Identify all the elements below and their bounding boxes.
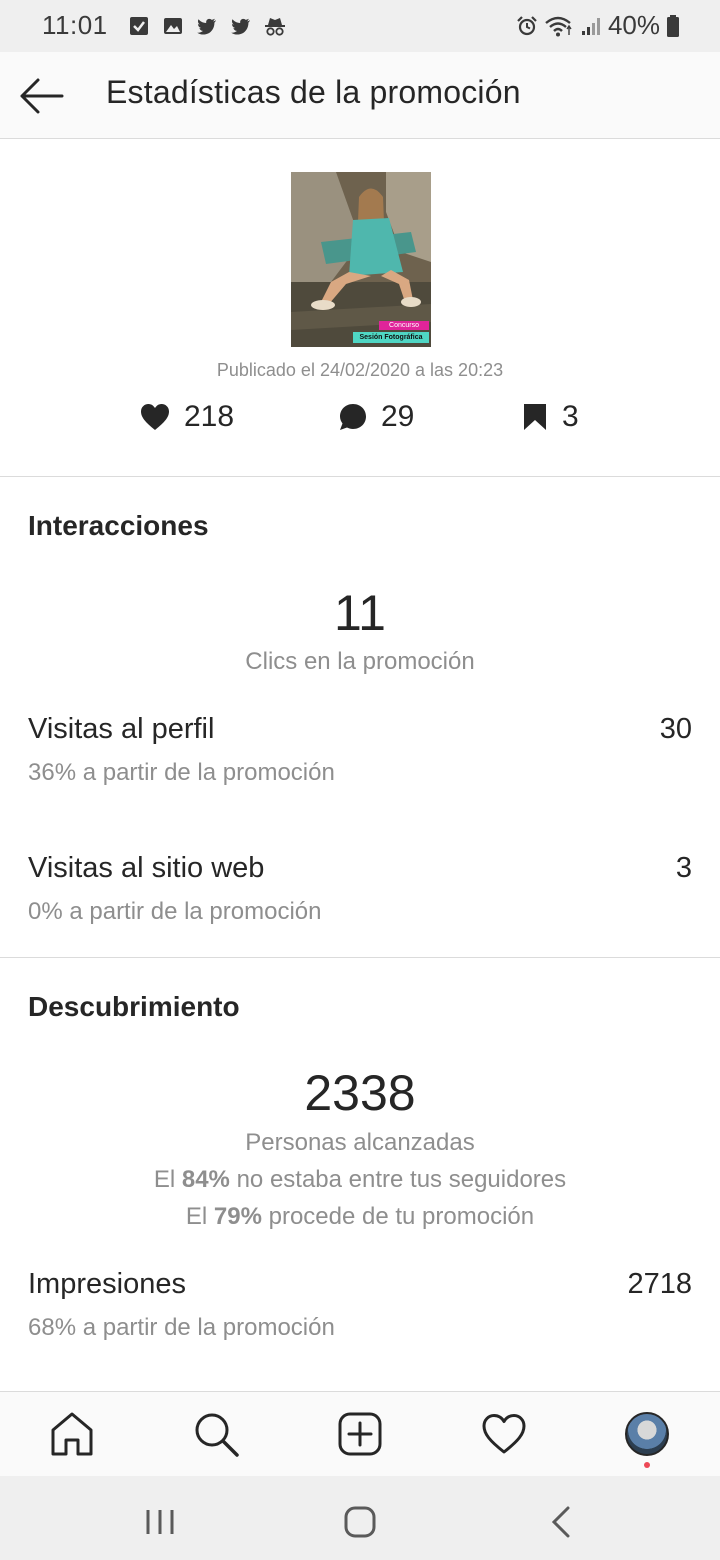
non-followers-suffix: no estaba entre tus seguidores xyxy=(229,1166,567,1193)
signal-icon xyxy=(581,17,600,35)
activity-heart-icon[interactable] xyxy=(480,1410,528,1458)
status-bar-right: 40% xyxy=(516,10,680,41)
clicks-label: Clics en la promoción xyxy=(245,648,475,675)
profile-visits-label: Visitas al perfil xyxy=(28,713,215,745)
wifi-icon xyxy=(545,16,572,36)
impressions-label: Impresiones xyxy=(28,1268,186,1300)
promo-pct: 79% xyxy=(213,1203,262,1230)
home-circle-icon[interactable] xyxy=(340,1502,380,1542)
profile-visits-sub: 36% a partir de la promoción xyxy=(28,759,335,786)
status-bar: 11:01 40% xyxy=(0,0,720,52)
notification-dot xyxy=(644,1462,650,1468)
page-title: Estadísticas de la promoción xyxy=(106,74,521,110)
clicks-value: 11 xyxy=(334,585,386,641)
website-visits-label: Visitas al sitio web xyxy=(28,852,265,884)
twitter-icon xyxy=(196,18,216,34)
image-icon xyxy=(163,17,182,34)
heart-icon xyxy=(141,404,169,430)
profile-visits-value: 30 xyxy=(659,713,692,745)
comments-count: 29 xyxy=(381,400,415,433)
likes-count: 218 xyxy=(184,400,235,433)
status-time: 11:01 xyxy=(42,10,108,40)
bookmark-icon xyxy=(524,404,546,430)
checkbox-icon xyxy=(129,16,148,35)
discovery-title: Descubrimiento xyxy=(28,991,240,1022)
website-visits-sub: 0% a partir de la promoción xyxy=(28,898,322,925)
alarm-icon xyxy=(517,15,537,35)
search-icon[interactable] xyxy=(192,1410,240,1458)
divider xyxy=(0,476,720,477)
system-navigation-bar xyxy=(0,1476,720,1560)
incognito-icon xyxy=(264,17,285,36)
thumbnail-label-contest: Concurso xyxy=(379,321,429,330)
divider xyxy=(0,957,720,958)
app-header: Estadísticas de la promoción xyxy=(0,52,720,139)
battery-percent: 40% xyxy=(607,10,660,40)
bottom-navigation xyxy=(0,1391,720,1477)
back-chevron-icon[interactable] xyxy=(542,1502,582,1542)
reach-value: 2338 xyxy=(304,1065,416,1121)
thumbnail-label-session: Sesión Fotográfica xyxy=(353,332,429,343)
profile-avatar[interactable] xyxy=(625,1412,669,1456)
arrow-left-icon[interactable] xyxy=(18,74,66,118)
status-bar-left: 11:01 xyxy=(42,10,286,41)
likes-counter: 218 xyxy=(140,400,234,434)
promo-prefix: El xyxy=(185,1203,214,1230)
interactions-title: Interacciones xyxy=(28,510,209,541)
impressions-sub: 68% a partir de la promoción xyxy=(28,1314,335,1341)
impressions-value: 2718 xyxy=(627,1268,692,1300)
comments-counter: 29 xyxy=(339,400,414,434)
home-icon[interactable] xyxy=(48,1410,96,1458)
saves-count: 3 xyxy=(562,400,579,433)
twitter-icon xyxy=(230,18,250,34)
battery-icon xyxy=(667,14,679,37)
recent-apps-icon[interactable] xyxy=(140,1502,180,1542)
promo-origin-text: El 79% procede de tu promoción xyxy=(0,1203,720,1231)
published-date: Publicado el 24/02/2020 a las 20:23 xyxy=(216,360,504,380)
add-post-icon[interactable] xyxy=(336,1410,384,1458)
non-followers-text: El 84% no estaba entre tus seguidores xyxy=(0,1166,720,1194)
non-followers-pct: 84% xyxy=(181,1166,230,1193)
saves-counter: 3 xyxy=(522,400,579,434)
post-thumbnail[interactable]: Concurso Sesión Fotográfica xyxy=(291,172,431,347)
promo-suffix: procede de tu promoción xyxy=(261,1203,535,1230)
non-followers-prefix: El xyxy=(153,1166,182,1193)
reach-label: Personas alcanzadas xyxy=(245,1129,475,1156)
comment-icon xyxy=(340,404,366,430)
website-visits-value: 3 xyxy=(675,852,692,884)
